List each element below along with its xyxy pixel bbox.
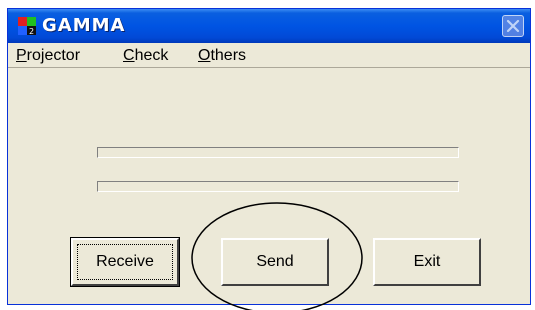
send-highlight-ellipse [191, 202, 363, 310]
